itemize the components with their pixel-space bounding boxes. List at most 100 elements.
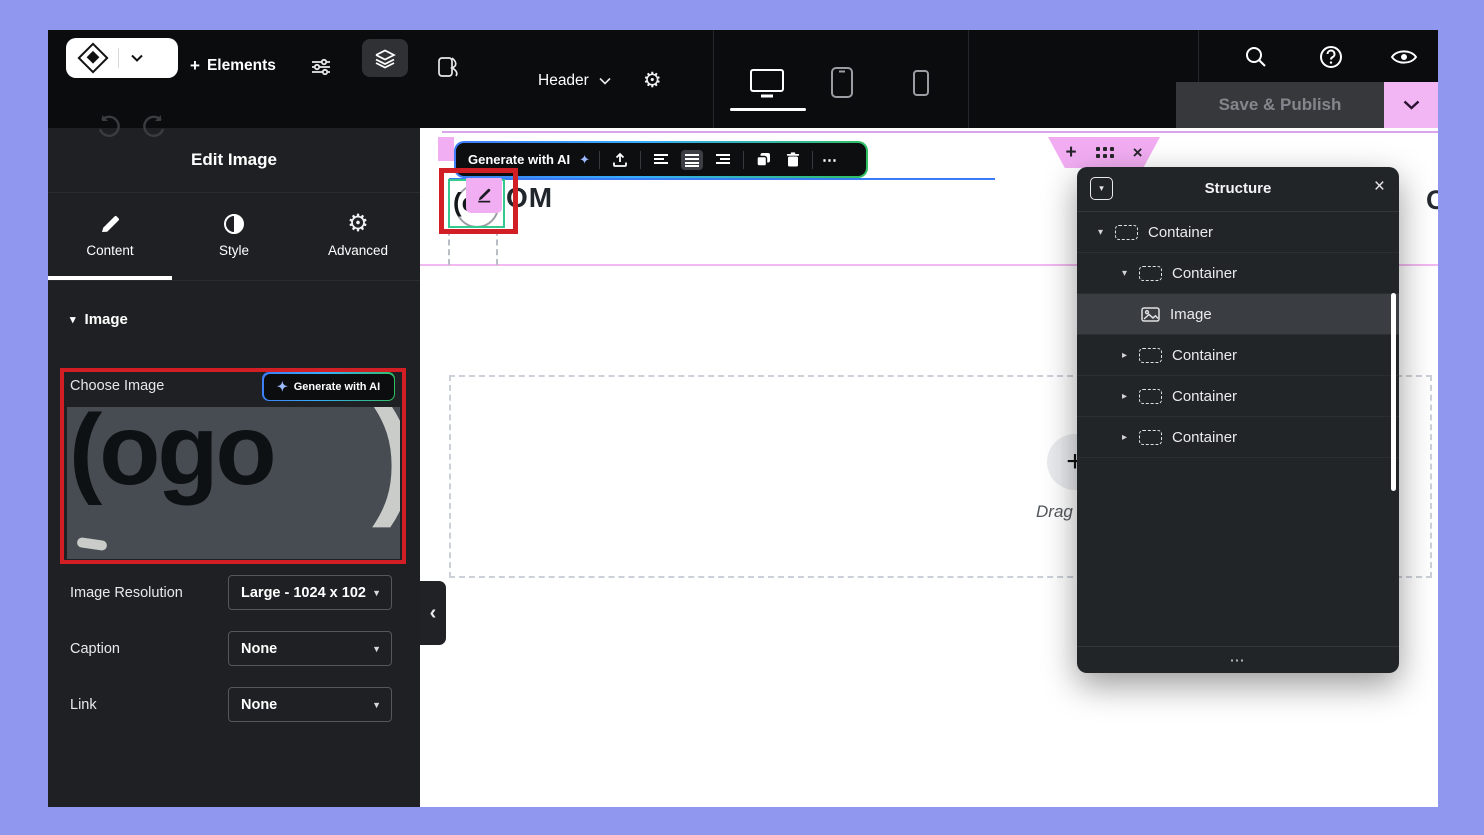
save-options-chevron-button[interactable] — [1384, 82, 1438, 128]
container-icon — [1115, 225, 1138, 240]
dropdown-arrow-icon: ▼ — [372, 700, 381, 710]
tab-content-label: Content — [48, 243, 172, 258]
caption-label: Caption — [70, 641, 120, 657]
active-device-underline — [730, 108, 806, 111]
link-dropdown[interactable]: None ▼ — [228, 687, 392, 722]
editor-window: + Elements Header ⚙ — [48, 30, 1438, 807]
caret-right-icon[interactable]: ▸ — [1117, 432, 1132, 443]
drag-handle-icon[interactable] — [1096, 147, 1114, 158]
tab-content[interactable]: Content — [48, 193, 172, 280]
structure-layers-button[interactable] — [362, 39, 408, 77]
document-title[interactable]: Header — [538, 72, 589, 90]
dropdown-arrow-icon: ▼ — [372, 588, 381, 598]
top-bar: + Elements Header ⚙ — [48, 30, 1438, 128]
elements-label: Elements — [207, 57, 276, 75]
tree-row-label: Container — [1172, 347, 1237, 364]
container-icon — [1139, 389, 1162, 404]
link-value: None — [241, 697, 372, 713]
save-publish-button[interactable]: Save & Publish — [1176, 82, 1384, 128]
add-elements-button[interactable]: + Elements — [190, 56, 276, 76]
chevron-left-icon: ‹ — [430, 602, 437, 625]
tree-row-image[interactable]: Image — [1077, 294, 1399, 335]
elementor-logo-menu[interactable] — [66, 38, 178, 78]
link-label: Link — [70, 697, 97, 713]
tab-style-label: Style — [172, 243, 296, 258]
image-section-toggle[interactable]: ▾ Image — [70, 311, 128, 328]
caret-down-icon[interactable]: ▾ — [1117, 268, 1132, 279]
widget-outline-blue — [449, 178, 995, 180]
structure-title: Structure — [1077, 180, 1399, 197]
divider — [118, 48, 119, 68]
tree-row-label: Container — [1148, 224, 1213, 241]
theme-style-icon[interactable] — [436, 55, 460, 79]
tab-advanced[interactable]: ⚙ Advanced — [296, 193, 420, 280]
toolbar-generate-ai-button[interactable]: Generate with AI — [468, 152, 570, 167]
preview-eye-icon[interactable] — [1390, 46, 1418, 68]
scrollbar-thumb[interactable] — [1391, 293, 1396, 491]
tree-row-container[interactable]: ▾ Container — [1077, 212, 1399, 253]
image-resolution-value: Large - 1024 x 102 — [241, 585, 372, 601]
close-icon[interactable]: × — [1374, 176, 1385, 198]
annotation-rectangle-panel — [60, 368, 406, 564]
container-icon — [1139, 266, 1162, 281]
tree-row-container[interactable]: ▾ Container — [1077, 253, 1399, 294]
container-handle-stub — [438, 137, 454, 161]
dropdown-arrow-icon: ▼ — [372, 644, 381, 654]
divider — [640, 151, 641, 169]
caret-right-icon[interactable]: ▸ — [1117, 391, 1132, 402]
layers-icon — [374, 47, 396, 69]
tree-row-container[interactable]: ▸ Container — [1077, 335, 1399, 376]
align-right-icon[interactable] — [712, 150, 734, 170]
drag-hint-text: Drag — [1036, 502, 1073, 522]
upload-icon[interactable] — [609, 149, 631, 171]
divider — [968, 30, 969, 128]
caret-down-icon[interactable]: ▾ — [1093, 227, 1108, 238]
sparkle-icon: ✦ — [579, 152, 590, 168]
caret-down-icon: ▾ — [70, 313, 76, 326]
image-resolution-dropdown[interactable]: Large - 1024 x 102 ▼ — [228, 575, 392, 610]
panel-title: Edit Image — [48, 150, 420, 170]
save-publish-label: Save & Publish — [1219, 95, 1342, 115]
chevron-down-icon — [131, 54, 143, 62]
add-container-icon[interactable]: + — [1065, 143, 1076, 162]
help-icon[interactable] — [1318, 44, 1344, 70]
more-options-icon[interactable]: ⋯ — [822, 151, 838, 169]
contrast-icon — [172, 211, 296, 237]
chevron-down-icon[interactable] — [599, 77, 611, 85]
tree-row-label: Container — [1172, 388, 1237, 405]
tree-row-container[interactable]: ▸ Container — [1077, 417, 1399, 458]
tree-row-label: Container — [1172, 429, 1237, 446]
divider — [812, 151, 813, 169]
structure-panel: ▾ Structure × ▾ Container ▾ Container Im… — [1077, 167, 1399, 673]
tree-row-label: Container — [1172, 265, 1237, 282]
caption-value: None — [241, 641, 372, 657]
annotation-rectangle-canvas — [439, 168, 518, 234]
tab-style[interactable]: Style — [172, 193, 296, 280]
redo-button[interactable] — [140, 112, 168, 140]
panel-collapse-button[interactable]: ‹ — [420, 581, 446, 645]
site-settings-sliders-icon[interactable] — [310, 56, 332, 78]
divider — [48, 280, 420, 281]
divider — [713, 30, 714, 128]
page-settings-gear-icon[interactable]: ⚙ — [643, 70, 662, 91]
container-icon — [1139, 348, 1162, 363]
delete-container-icon[interactable]: × — [1133, 144, 1143, 161]
device-tablet-button[interactable] — [830, 66, 854, 99]
duplicate-icon[interactable] — [753, 149, 774, 170]
tree-row-label: Image — [1170, 306, 1212, 323]
caption-dropdown[interactable]: None ▼ — [228, 631, 392, 666]
edit-image-panel: Edit Image Content Style ⚙ Advanced — [48, 128, 420, 807]
trash-icon[interactable] — [783, 149, 803, 170]
search-icon[interactable] — [1243, 44, 1269, 70]
structure-footer-more[interactable]: ⋯ — [1077, 646, 1399, 673]
image-icon — [1141, 307, 1160, 322]
align-left-icon[interactable] — [650, 150, 672, 170]
device-desktop-button[interactable] — [748, 66, 786, 100]
gear-icon: ⚙ — [296, 211, 420, 237]
device-mobile-button[interactable] — [912, 69, 930, 97]
undo-button[interactable] — [95, 112, 123, 140]
align-justify-icon[interactable] — [681, 150, 703, 170]
tree-row-container[interactable]: ▸ Container — [1077, 376, 1399, 417]
caret-right-icon[interactable]: ▸ — [1117, 350, 1132, 361]
pencil-icon — [48, 211, 172, 237]
